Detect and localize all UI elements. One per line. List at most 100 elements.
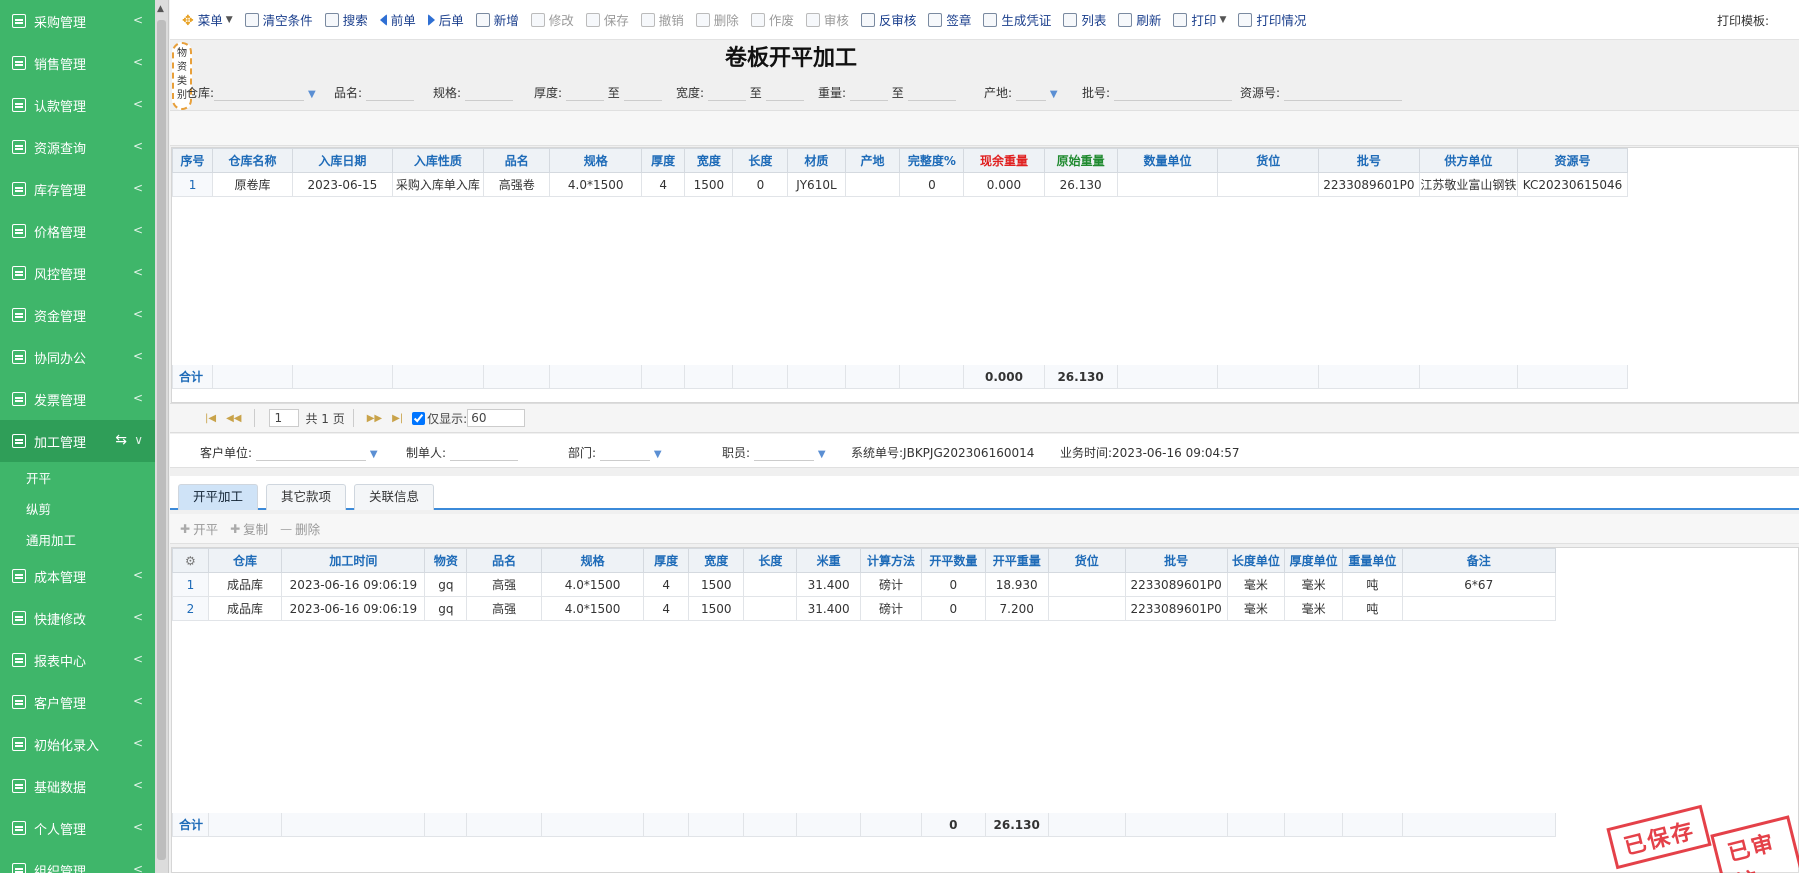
sidebar-item-after-5[interactable]: 基础数据 < <box>0 765 155 807</box>
toolbar-button-5[interactable]: 新增 <box>470 8 525 32</box>
table-cell[interactable]: 高强 <box>466 596 542 621</box>
sidebar-item-10[interactable]: 加工管理 ⇆ ∨ <box>0 420 155 462</box>
customer-field[interactable]: 客户单位: ▼ <box>200 444 378 461</box>
sidebar-item-9[interactable]: 发票管理 < <box>0 378 155 420</box>
detail-button-0[interactable]: ✚ 开平 <box>174 517 224 541</box>
staff-field[interactable]: 职员: ▼ <box>722 444 826 461</box>
column-header[interactable]: 现余重量 <box>963 148 1045 173</box>
tab-2[interactable]: 关联信息 <box>354 484 435 510</box>
table-cell[interactable] <box>844 172 901 197</box>
column-header[interactable]: 厚度 <box>640 148 686 173</box>
table-cell[interactable]: 1500 <box>688 596 745 621</box>
sidebar-item-after-4[interactable]: 初始化录入 < <box>0 723 155 765</box>
column-header[interactable]: 品名 <box>483 148 551 173</box>
column-header[interactable]: 批号 <box>1318 148 1420 173</box>
table-cell[interactable]: gq <box>424 596 468 621</box>
table-cell[interactable]: 7.200 <box>984 596 1049 621</box>
chevron-down-icon[interactable]: ▼ <box>654 449 662 460</box>
column-header[interactable]: 厚度 <box>643 548 690 573</box>
settings-gear-icon[interactable]: ⚙ <box>172 548 209 573</box>
table-cell[interactable]: 磅计 <box>859 596 923 621</box>
sidebar-item-after-3[interactable]: 客户管理 < <box>0 681 155 723</box>
table-cell[interactable]: 18.930 <box>984 572 1049 597</box>
column-header[interactable]: 开平重量 <box>984 548 1049 573</box>
toolbar-button-16[interactable]: 刷新 <box>1112 8 1167 32</box>
table-cell[interactable]: 毫米 <box>1283 572 1344 597</box>
sidebar-subitem-1[interactable]: 纵剪 <box>0 493 155 524</box>
maker-field[interactable]: 制单人: <box>406 444 518 461</box>
table-cell[interactable]: JY610L <box>787 172 846 197</box>
table-cell[interactable]: 磅计 <box>859 572 923 597</box>
toolbar-button-4[interactable]: 后单 <box>422 8 470 32</box>
filter-name[interactable]: 品名: <box>334 84 414 101</box>
table-cell[interactable]: 2233089601P0 <box>1124 572 1228 597</box>
table-cell[interactable]: 吨 <box>1342 596 1403 621</box>
last-page-icon[interactable]: ▶| <box>392 413 403 424</box>
filter-origin[interactable]: 产地: ▼ <box>984 84 1058 101</box>
column-header[interactable]: 仓库名称 <box>212 148 294 173</box>
column-header[interactable]: 物资 <box>424 548 468 573</box>
column-header[interactable]: 米重 <box>796 548 861 573</box>
table-cell[interactable]: 6*67 <box>1401 572 1556 597</box>
toolbar-button-17[interactable]: 打印 ▼ <box>1167 8 1232 32</box>
column-header[interactable]: 长度 <box>732 148 789 173</box>
table-cell[interactable] <box>1401 596 1556 621</box>
table-cell[interactable]: 1 <box>171 172 214 197</box>
sidebar-item-after-6[interactable]: 个人管理 < <box>0 807 155 849</box>
next-page-icon[interactable]: ▶▶ <box>367 413 382 424</box>
column-header[interactable]: 货位 <box>1217 148 1320 173</box>
table-cell[interactable]: 4 <box>643 596 690 621</box>
column-header[interactable]: 资源号 <box>1517 148 1628 173</box>
column-header[interactable]: 序号 <box>171 148 214 173</box>
table-cell[interactable]: 1500 <box>684 172 734 197</box>
filter-batch[interactable]: 批号: <box>1082 84 1232 101</box>
table-cell[interactable]: 31.400 <box>796 596 861 621</box>
sidebar-item-after-7[interactable]: 组织管理 < <box>0 849 155 873</box>
table-cell[interactable]: 2233089601P0 <box>1318 172 1420 197</box>
column-header[interactable]: 入库性质 <box>391 148 485 173</box>
table-cell[interactable]: 2023-06-16 09:06:19 <box>281 572 426 597</box>
sidebar-item-1[interactable]: 销售管理 < <box>0 42 155 84</box>
column-header[interactable]: 入库日期 <box>292 148 393 173</box>
toolbar-button-12[interactable]: 反审核 <box>855 8 923 32</box>
table-cell[interactable] <box>743 572 798 597</box>
table-cell[interactable]: 2 <box>172 596 209 621</box>
page-input[interactable]: 1 <box>269 409 300 427</box>
table-cell[interactable]: 毫米 <box>1226 596 1285 621</box>
column-header[interactable]: 宽度 <box>688 548 745 573</box>
toolbar-button-9[interactable]: 删除 <box>690 8 745 32</box>
table-cell[interactable]: 1 <box>172 572 209 597</box>
sidebar-subitem-0[interactable]: 开平 <box>0 462 155 493</box>
prev-page-icon[interactable]: ◀◀ <box>226 413 241 424</box>
column-header[interactable]: 数量单位 <box>1116 148 1219 173</box>
table-row[interactable]: 2 成品库 2023-06-16 09:06:19 gq 高强 4.0*1500 4 1500… <box>172 596 1556 621</box>
column-header[interactable]: 材质 <box>787 148 846 173</box>
sidebar-item-after-0[interactable]: 成本管理 < <box>0 555 155 597</box>
filter-weight[interactable]: 重量: 至 <box>818 84 956 101</box>
table-cell[interactable]: gq <box>424 572 468 597</box>
column-header[interactable]: 货位 <box>1047 548 1126 573</box>
filter-width[interactable]: 宽度: 至 <box>676 84 804 101</box>
table-cell[interactable]: 31.400 <box>796 572 861 597</box>
table-cell[interactable]: 2023-06-16 09:06:19 <box>281 596 426 621</box>
table-cell[interactable]: 吨 <box>1342 572 1403 597</box>
table-cell[interactable]: 毫米 <box>1226 572 1285 597</box>
table-cell[interactable]: 毫米 <box>1283 596 1344 621</box>
toolbar-button-3[interactable]: 前单 <box>374 8 422 32</box>
toolbar-button-2[interactable]: 搜索 <box>319 8 374 32</box>
table-row[interactable]: 1 原卷库 2023-06-15 采购入库单入库 高强卷 4.0*1500 4 1500 0 JY… <box>171 172 1628 197</box>
toolbar-button-10[interactable]: 作废 <box>745 8 800 32</box>
table-cell[interactable]: 4 <box>640 172 686 197</box>
table-cell[interactable]: 0 <box>921 572 986 597</box>
toolbar-button-14[interactable]: 生成凭证 <box>977 8 1057 32</box>
table-cell[interactable]: 江苏敬业富山钢铁 <box>1418 172 1519 197</box>
table-cell[interactable] <box>1047 596 1126 621</box>
table-cell[interactable]: 成品库 <box>207 596 283 621</box>
scrollbar-thumb[interactable] <box>157 20 166 860</box>
toolbar-button-1[interactable]: 清空条件 <box>239 8 319 32</box>
table-cell[interactable]: 成品库 <box>207 572 283 597</box>
show-only-checkbox[interactable] <box>412 411 426 425</box>
column-header[interactable]: 批号 <box>1124 548 1228 573</box>
table-cell[interactable]: KC20230615046 <box>1517 172 1628 197</box>
chevron-down-icon[interactable]: ▼ <box>370 449 378 460</box>
